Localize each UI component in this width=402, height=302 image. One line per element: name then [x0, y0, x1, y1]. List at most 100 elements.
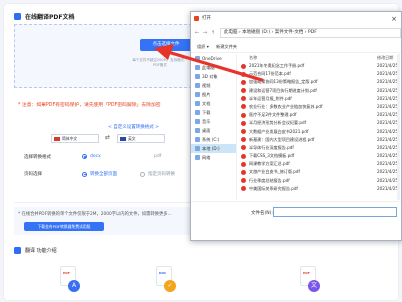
source-language-value: 简体中文	[62, 136, 78, 141]
close-icon[interactable]: ×	[391, 13, 397, 26]
tree-item[interactable]: 桌面	[191, 126, 236, 135]
pdf-file-icon	[241, 161, 246, 167]
up-arrow-icon[interactable]: ↑	[209, 30, 217, 36]
file-row[interactable]: 行业季度总结报告.pdf 2021/4/25	[239, 177, 402, 185]
file-name: 文旅产业白皮书_修订版.pdf	[249, 169, 300, 175]
file-row[interactable]: 示范合同17份范本.pdf 2021/4/25	[239, 70, 402, 78]
file-name: 半导体行业深度报告.pdf	[249, 144, 294, 150]
tree-item[interactable]: 文档	[191, 99, 236, 108]
file-row[interactable]: 网课教学方案汇总.pdf 2021/4/25	[239, 160, 402, 168]
music-icon	[195, 119, 200, 124]
pdf-file-icon	[241, 104, 246, 110]
new-folder-button[interactable]: 新建文件夹	[216, 44, 237, 49]
pdf-file-icon	[241, 71, 246, 77]
file-row[interactable]: 医疗不足2件文件整理.pdf 2021/4/25	[239, 111, 402, 119]
file-row[interactable]: 半导体行业深度报告.pdf 2021/4/25	[239, 144, 402, 152]
features-icon	[14, 247, 21, 254]
tree-item[interactable]: 下载	[191, 108, 236, 117]
tree-item[interactable]: 视频	[191, 81, 236, 90]
file-row[interactable]: 半月经济形势分析会议纪要.pdf 2021/4/25	[239, 119, 402, 127]
tree-item[interactable]: 音乐	[191, 117, 236, 126]
file-name: 新基建：国内大型项目建设进程.pdf	[249, 136, 315, 142]
file-name: 加强政策协同13份策略报告_定版.pdf	[249, 79, 318, 85]
file-row[interactable]: 新基建：国内大型项目建设进程.pdf 2021/4/25	[239, 136, 402, 144]
file-row[interactable]: 中美国际关系研究报告.pdf 2021/4/25	[239, 185, 402, 193]
pdf-file-icon	[241, 186, 246, 192]
format-docx-option[interactable]: docx	[82, 154, 101, 159]
back-arrow-icon[interactable]: ←	[193, 30, 201, 36]
file-row[interactable]: 农业行业：多数农业产业链加快复苏.pdf 2021/4/25	[239, 103, 402, 111]
file-row[interactable]: 文旅产业白皮书_修订版.pdf 2021/4/25	[239, 168, 402, 176]
drive-icon	[195, 146, 200, 151]
file-row[interactable]: 下载CSS_3文档模板.pdf 2021/4/25	[239, 152, 402, 160]
source-language-select[interactable]: 简体中文	[51, 134, 99, 143]
section-divider	[14, 202, 194, 203]
computer-icon	[195, 65, 200, 70]
file-name: 半年运营月报_附件.pdf	[249, 95, 292, 101]
tree-item[interactable]: 网络	[191, 153, 236, 162]
target-language-select[interactable]: 英文	[117, 134, 165, 143]
drive-icon	[195, 137, 200, 142]
cube-icon	[195, 74, 200, 79]
file-row[interactable]: 半年运营月报_附件.pdf 2021/4/25	[239, 95, 402, 103]
filename-label: 文件名(N):	[251, 211, 273, 216]
tree-item[interactable]: 系统 (C:)	[191, 135, 236, 144]
file-row[interactable]: 2021年冬奥纪念工作手册.pdf 2021/4/25	[239, 62, 402, 70]
download-icon	[195, 110, 200, 115]
format-pdf-option[interactable]: pdf	[154, 154, 161, 159]
app-logo-icon	[194, 16, 199, 21]
file-row[interactable]: 加强政策协同13份策略报告_定版.pdf 2021/4/25	[239, 78, 402, 86]
all-pages-label: 转换全部页面	[90, 172, 117, 177]
pdf-file-icon	[241, 96, 246, 102]
page-background: 在线翻译PDF文档 * 注意：如果PDF有密码保护，请先使用「PDF密码解除」去…	[0, 0, 402, 302]
tree-item[interactable]: 3D 对象	[191, 72, 236, 81]
tree-item[interactable]: OneDrive	[191, 54, 236, 63]
filename-input[interactable]	[273, 207, 397, 217]
pages-row: 页码选择	[24, 171, 42, 177]
all-pages-radio[interactable]	[82, 171, 87, 177]
range-pages-radio[interactable]	[140, 171, 145, 177]
pdf-file-icon	[241, 63, 246, 69]
upload-dropzone[interactable]	[14, 24, 192, 88]
vertical-scrollbar[interactable]	[397, 54, 400, 200]
features-title: 翻译 功能介绍	[14, 247, 57, 254]
tree-item[interactable]: 图片	[191, 90, 236, 99]
select-file-button[interactable]: 点击选择文件	[140, 39, 192, 51]
desktop-icon	[195, 128, 200, 133]
pdf-file-icon	[241, 112, 246, 118]
file-list: 名称 修改日期 2021年冬奥纪念工作手册.pdf 2021/4/25 示范合同17…	[239, 54, 402, 200]
tree-item-selected[interactable]: 本地 (D:)	[191, 144, 236, 153]
pages-range-option[interactable]: 指定页码转换	[140, 171, 175, 177]
docx-label: docx	[90, 154, 101, 159]
upload-section-icon	[14, 13, 21, 20]
file-list-header: 名称 修改日期	[239, 54, 402, 62]
pdf-file-icon	[241, 88, 246, 94]
file-row[interactable]: 大数据产业发展白皮书2021.pdf 2021/4/25	[239, 128, 402, 136]
download-app-button[interactable]: 下载金舟PDF转换器免费试用版	[24, 222, 104, 231]
swap-language-icon[interactable]: ⇄	[105, 134, 110, 141]
dialog-toolbar: 组织 ▾ 新建文件夹	[191, 41, 401, 53]
file-row[interactable]: 建设和运营7项目执行期进度计划.pdf 2021/4/25	[239, 87, 402, 95]
organize-menu[interactable]: 组织 ▾	[197, 44, 209, 49]
col-name[interactable]: 名称	[249, 54, 257, 62]
pdf-file-icon	[241, 169, 246, 175]
download-note: * 在线合并PDF转换的单个文件仅限于2M，2000字以内的文件，如需转换更多.…	[18, 212, 172, 217]
cloud-icon	[195, 56, 200, 61]
forward-arrow-icon[interactable]: →	[201, 30, 209, 36]
folder-tree: OneDrive 此电脑 3D 对象 视频 图片 文档 下载 音乐 桌面 系统 …	[191, 54, 237, 200]
file-name: 大数据产业发展白皮书2021.pdf	[249, 128, 309, 134]
upload-hint: 每个文件不超过200M，支持格式： PDF格式	[120, 58, 200, 68]
pages-all-option[interactable]: 转换全部页面	[82, 171, 117, 177]
file-name: 建设和运营7项目执行期进度计划.pdf	[249, 87, 317, 93]
video-icon	[195, 83, 200, 88]
feature-pdf-convert-icon: PDF 文	[296, 266, 322, 294]
tree-item[interactable]: 此电脑	[191, 63, 236, 72]
path-breadcrumb[interactable]: 此电脑 › 本地磁盘 (D:) › 案件文件-文档 › PDF	[220, 28, 401, 38]
custom-format-link[interactable]: < 自定义设置转换格式 >	[108, 124, 159, 130]
password-notice: * 注意：如果PDF有密码保护，请先使用「PDF密码解除」去除加密	[18, 103, 161, 108]
file-name: 半月经济形势分析会议纪要.pdf	[249, 120, 307, 126]
format-row: 选择转换格式	[24, 154, 51, 160]
open-file-dialog: 打开 × ← → ↑ 此电脑 › 本地磁盘 (D:) › 案件文件-文档 › P…	[190, 11, 402, 241]
dialog-title: 打开	[202, 16, 211, 21]
docx-radio[interactable]	[82, 154, 87, 159]
